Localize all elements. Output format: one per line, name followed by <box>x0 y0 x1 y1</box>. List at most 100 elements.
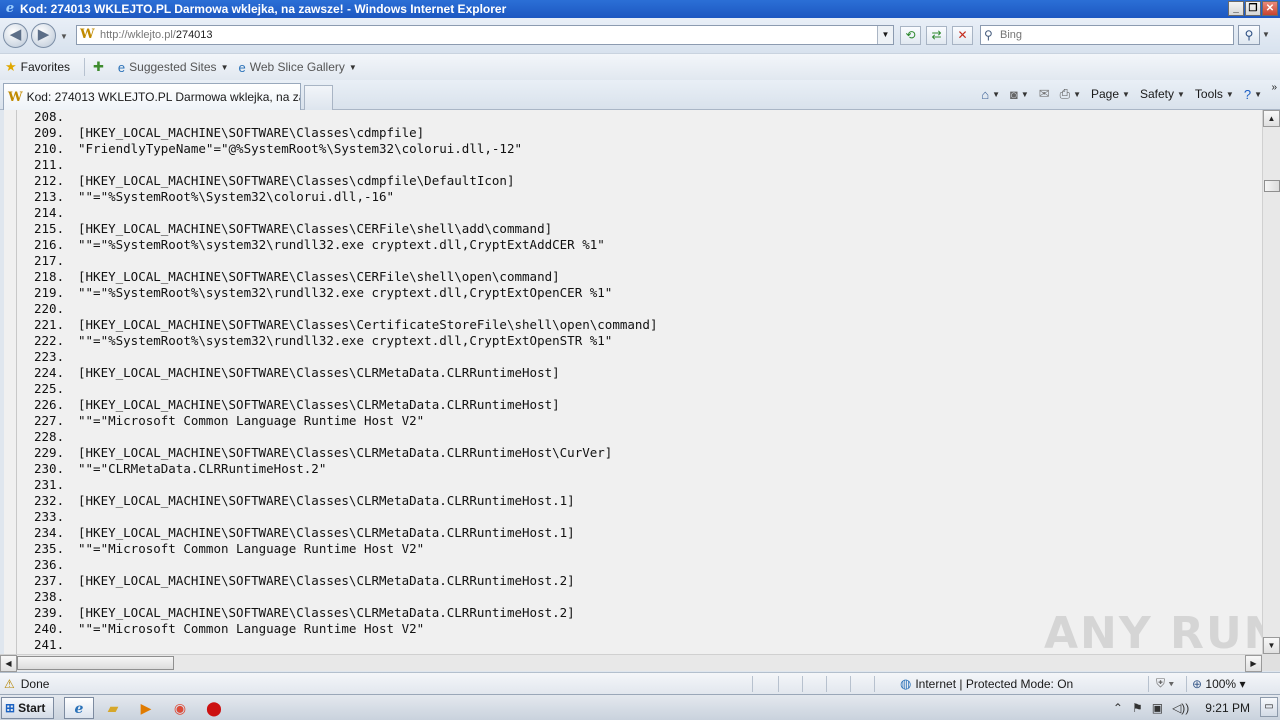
address-url[interactable]: http://wklejto.pl/274013 <box>100 29 213 41</box>
show-hidden-icons-chevron-icon[interactable]: ⌃ <box>1113 701 1123 715</box>
network-icon[interactable]: ▣ <box>1152 701 1163 715</box>
search-box[interactable]: ⚲ <box>980 25 1234 45</box>
line-text: [HKEY_LOCAL_MACHINE\SOFTWARE\Classes\CLR… <box>78 573 575 588</box>
compatibility-view-button[interactable]: ⟲ <box>900 26 921 45</box>
taskbar: ⊞ Start e ▰ ▶ ◉ ⬤ ⌃ ⚑ ▣ ◁)) 9:21 PM ▭ <box>0 694 1280 720</box>
code-line: 211. <box>34 157 657 173</box>
taskbar-chrome[interactable]: ◉ <box>165 697 195 719</box>
refresh-button[interactable]: ⇄ <box>926 26 947 45</box>
line-number: 223. <box>34 349 65 364</box>
folder-icon: ▰ <box>107 700 119 716</box>
security-zone[interactable]: ◍ Internet | Protected Mode: On <box>900 676 1073 692</box>
code-line: 239. [HKEY_LOCAL_MACHINE\SOFTWARE\Classes… <box>34 605 657 621</box>
separator <box>84 58 86 76</box>
scroll-up-button[interactable]: ▲ <box>1263 110 1280 127</box>
status-cell <box>778 676 779 692</box>
address-dropdown-button[interactable]: ▼ <box>877 26 893 44</box>
line-number: 217. <box>34 253 65 268</box>
status-cell <box>1148 676 1149 692</box>
line-text: [HKEY_LOCAL_MACHINE\SOFTWARE\Classes\CLR… <box>78 605 575 620</box>
search-button[interactable]: ⚲ <box>1238 25 1260 45</box>
line-number: 212. <box>34 173 65 188</box>
line-number: 229. <box>34 445 65 460</box>
internet-explorer-icon: e <box>238 59 246 75</box>
code-line: 212. [HKEY_LOCAL_MACHINE\SOFTWARE\Classes… <box>34 173 657 189</box>
feeds-button[interactable]: ◙ ▼ <box>1010 87 1029 102</box>
recent-pages-dropdown[interactable]: ▼ <box>60 32 68 41</box>
safety-menu[interactable]: Safety ▼ <box>1140 87 1185 101</box>
back-arrow-icon: ◀ <box>9 26 22 43</box>
line-text: [HKEY_LOCAL_MACHINE\SOFTWARE\Classes\CLR… <box>78 493 575 508</box>
horizontal-scroll-thumb[interactable] <box>17 656 174 670</box>
line-text: [HKEY_LOCAL_MACHINE\SOFTWARE\Classes\CLR… <box>78 365 560 380</box>
start-button[interactable]: ⊞ Start <box>1 697 54 719</box>
line-number: 232. <box>34 493 65 508</box>
code-line: 210. "FriendlyTypeName"="@%SystemRoot%\Sy… <box>34 141 657 157</box>
address-toolbar: ◀ ▶ ▼ W http://wklejto.pl/274013 ▼ ⟲ ⇄ ✕… <box>0 18 1280 53</box>
add-to-favorites-bar-button[interactable]: ✚ <box>93 59 108 75</box>
scroll-down-button[interactable]: ▼ <box>1263 637 1280 654</box>
line-number: 230. <box>34 461 65 476</box>
minimize-button[interactable]: _ <box>1228 1 1244 16</box>
line-text: ""="%SystemRoot%\system32\rundll32.exe c… <box>78 333 613 348</box>
print-button[interactable]: ⎙ ▼ <box>1060 86 1081 102</box>
line-number: 221. <box>34 317 65 332</box>
clock[interactable]: 9:21 PM <box>1205 701 1250 715</box>
show-desktop-button[interactable]: ▭ <box>1260 697 1278 717</box>
taskbar-security-app[interactable]: ⬤ <box>199 697 229 719</box>
code-line: 241. <box>34 637 657 653</box>
taskbar-internet-explorer[interactable]: e <box>64 697 94 719</box>
line-text: [HKEY_LOCAL_MACHINE\SOFTWARE\Classes\cdm… <box>78 173 515 188</box>
back-button[interactable]: ◀ <box>3 23 28 48</box>
line-text: ""="%SystemRoot%\system32\rundll32.exe c… <box>78 237 605 252</box>
media-player-icon: ▶ <box>140 700 152 716</box>
help-button[interactable]: ? ▼ <box>1244 87 1262 102</box>
zoom-level[interactable]: ⊕ 100% ▾ <box>1192 677 1245 691</box>
vertical-scroll-thumb[interactable] <box>1264 180 1280 192</box>
volume-icon[interactable]: ◁)) <box>1172 701 1189 715</box>
rss-feed-icon: ◙ <box>1009 86 1018 102</box>
read-mail-button[interactable]: ✉ <box>1039 86 1050 102</box>
wklejto-favicon: W <box>80 27 95 42</box>
search-input[interactable] <box>1000 29 1220 41</box>
vertical-scrollbar[interactable]: ▲ ▼ <box>1262 110 1280 654</box>
forward-button[interactable]: ▶ <box>31 23 56 48</box>
line-text: ""="Microsoft Common Language Runtime Ho… <box>78 541 425 556</box>
more-commands-chevron-icon[interactable]: » <box>1271 82 1277 93</box>
tab-active[interactable]: W Kod: 274013 WKLEJTO.PL Darmowa wklejka… <box>3 83 301 110</box>
new-tab-button[interactable] <box>304 85 333 110</box>
favorites-button[interactable]: ★ Favorites <box>5 59 70 75</box>
web-slice-gallery-button[interactable]: e Web Slice Gallery ▼ <box>238 60 356 75</box>
chevron-down-icon: ▼ <box>220 62 229 72</box>
line-number: 227. <box>34 413 65 428</box>
tools-menu[interactable]: Tools ▼ <box>1195 87 1234 101</box>
forward-arrow-icon: ▶ <box>37 26 50 43</box>
home-button[interactable]: ⌂ ▼ <box>981 87 1000 102</box>
warning-icon: ⚠ <box>4 676 15 691</box>
gutter-line <box>16 110 17 654</box>
action-center-flag-icon[interactable]: ⚑ <box>1132 701 1143 715</box>
search-options-dropdown[interactable]: ▼ <box>1262 30 1270 39</box>
line-number: 218. <box>34 269 65 284</box>
restore-button[interactable]: ❐ <box>1245 1 1261 16</box>
code-line: 208. <box>34 110 657 125</box>
protected-mode-icon[interactable]: ⛨ ▾ <box>1156 676 1174 691</box>
scrollbar-corner <box>1262 654 1280 671</box>
line-text: [HKEY_LOCAL_MACHINE\SOFTWARE\Classes\CLR… <box>78 445 613 460</box>
line-number: 210. <box>34 141 65 156</box>
taskbar-explorer[interactable]: ▰ <box>98 697 128 719</box>
close-button[interactable]: ✕ <box>1262 1 1278 16</box>
scroll-right-button[interactable]: ▶ <box>1245 655 1262 672</box>
code-line: 237. [HKEY_LOCAL_MACHINE\SOFTWARE\Classes… <box>34 573 657 589</box>
page-menu[interactable]: Page ▼ <box>1091 87 1130 101</box>
horizontal-scrollbar[interactable]: ◀ ▶ <box>0 654 1262 672</box>
stop-button[interactable]: ✕ <box>952 26 973 45</box>
taskbar-media-player[interactable]: ▶ <box>131 697 161 719</box>
line-text: ""="%SystemRoot%\system32\rundll32.exe c… <box>78 285 613 300</box>
line-text: [HKEY_LOCAL_MACHINE\SOFTWARE\Classes\Cer… <box>78 317 658 332</box>
address-bar[interactable]: W http://wklejto.pl/274013 ▼ <box>76 25 894 45</box>
zoom-icon: ⊕ <box>1192 677 1203 691</box>
scroll-left-button[interactable]: ◀ <box>0 655 17 672</box>
suggested-sites-button[interactable]: e Suggested Sites ▼ <box>118 60 229 75</box>
window-controls: _ ❐ ✕ <box>1228 1 1278 16</box>
